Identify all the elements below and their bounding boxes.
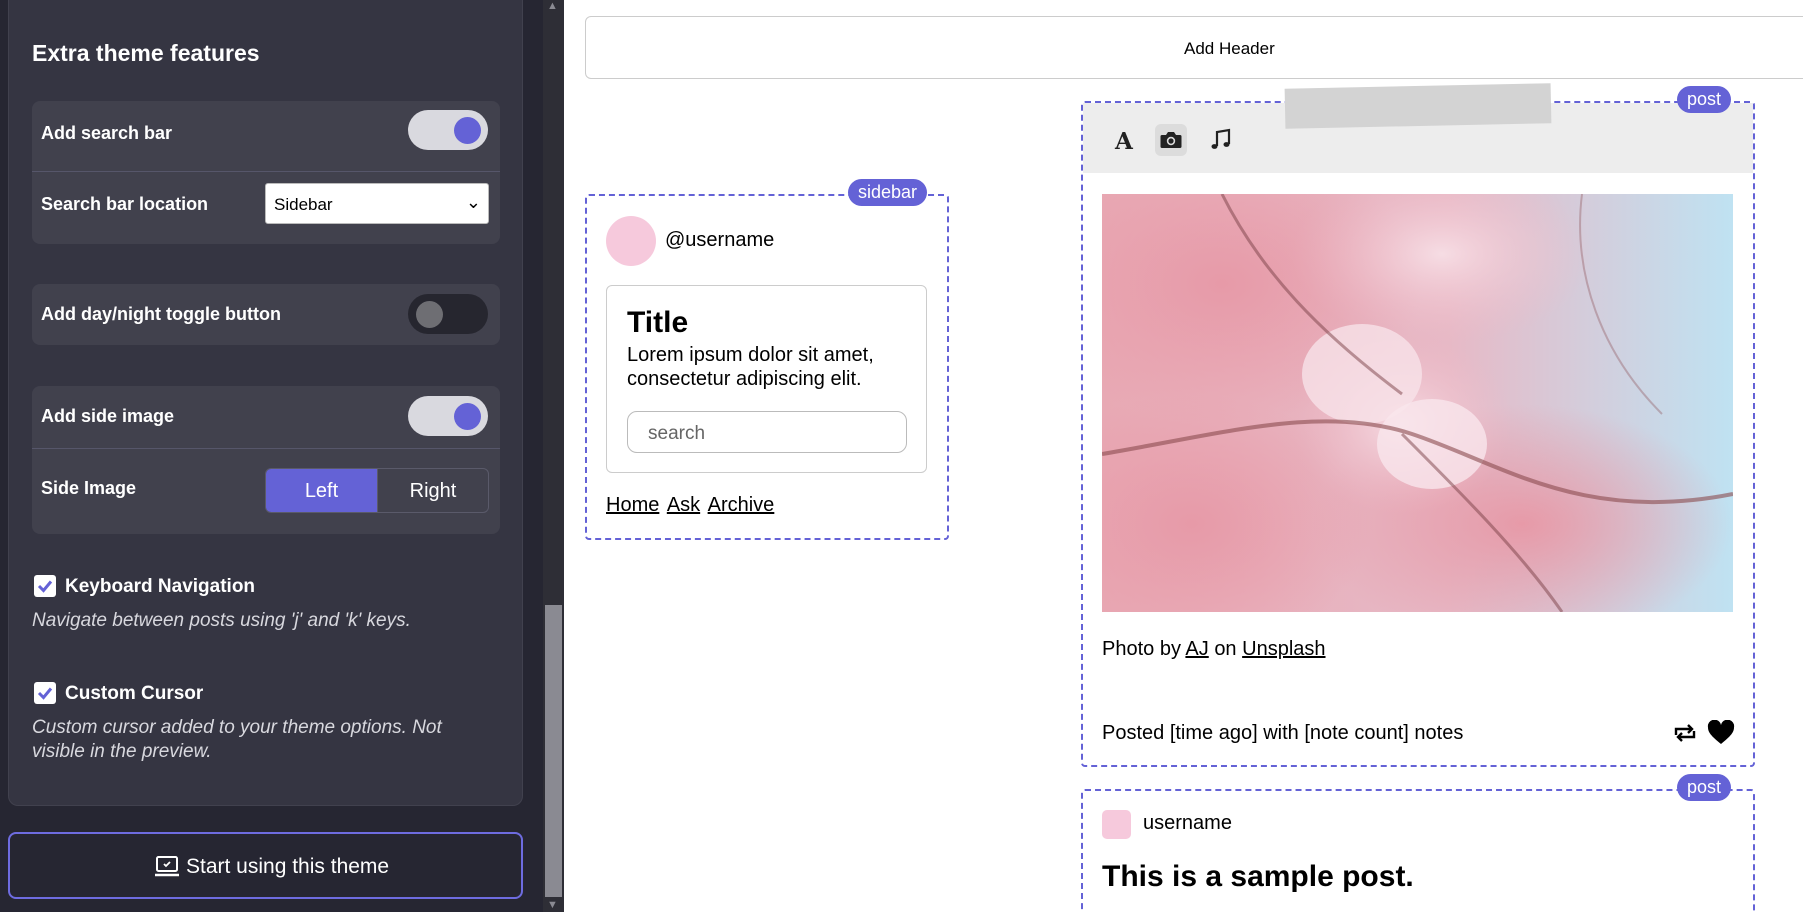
add-side-image-row: Add side image bbox=[32, 386, 500, 448]
cherry-blossom-photo bbox=[1102, 194, 1733, 612]
custom-cursor-label: Custom Cursor bbox=[65, 683, 204, 704]
keyboard-nav-checkbox[interactable] bbox=[34, 575, 56, 597]
add-header-button[interactable]: Add Header bbox=[585, 16, 1803, 79]
add-side-image-label: Add side image bbox=[41, 406, 175, 426]
day-night-label: Add day/night toggle button bbox=[41, 304, 281, 324]
music-note-icon[interactable] bbox=[1205, 124, 1237, 156]
laptop-icon bbox=[155, 856, 179, 877]
photo-credit: Photo by AJ on Unsplash bbox=[1102, 638, 1326, 661]
toggle-knob bbox=[416, 301, 443, 328]
sidebar-username: @username bbox=[665, 229, 775, 251]
sidebar-search-input[interactable]: search bbox=[627, 411, 907, 453]
toggle-knob bbox=[454, 117, 481, 144]
sidebar-nav-links: Home Ask Archive bbox=[606, 494, 777, 517]
sidebar-title: Title bbox=[627, 306, 689, 339]
nav-link-home[interactable]: Home bbox=[606, 494, 659, 516]
credit-source-link[interactable]: Unsplash bbox=[1242, 638, 1325, 660]
checkmark-icon bbox=[37, 580, 53, 593]
camera-icon[interactable] bbox=[1155, 124, 1187, 156]
avatar bbox=[1102, 810, 1131, 839]
checkmark-icon bbox=[37, 687, 53, 700]
settings-scrollbar[interactable]: ▲ ▼ bbox=[543, 0, 564, 912]
section-title: Extra theme features bbox=[32, 40, 260, 66]
nav-link-ask[interactable]: Ask bbox=[667, 494, 700, 516]
search-settings-group: Add search bar Search bar location Sideb… bbox=[32, 101, 500, 244]
chevron-down-icon: ⌄ bbox=[465, 192, 481, 212]
side-image-left-option[interactable]: Left bbox=[266, 469, 377, 512]
nav-link-archive[interactable]: Archive bbox=[708, 494, 775, 516]
side-image-label: Side Image bbox=[41, 478, 137, 498]
search-location-value: Sidebar bbox=[274, 195, 333, 214]
post-tag: post bbox=[1677, 774, 1732, 801]
heart-icon[interactable] bbox=[1707, 720, 1735, 746]
credit-author-link[interactable]: AJ bbox=[1185, 638, 1208, 660]
reblog-icon[interactable] bbox=[1671, 721, 1699, 745]
side-image-group: Add side image Side Image Left Right bbox=[32, 386, 500, 534]
custom-cursor-checkbox[interactable] bbox=[34, 682, 56, 704]
sidebar-tag: sidebar bbox=[848, 179, 928, 206]
add-search-bar-label: Add search bar bbox=[41, 123, 173, 143]
credit-mid: on bbox=[1214, 638, 1237, 660]
side-image-row: Side Image Left Right bbox=[32, 449, 500, 534]
add-side-image-toggle[interactable] bbox=[408, 396, 488, 436]
custom-cursor-description: Custom cursor added to your theme option… bbox=[32, 717, 442, 762]
start-using-theme-button[interactable]: Start using this theme bbox=[8, 832, 523, 899]
side-image-right-option[interactable]: Right bbox=[377, 469, 488, 512]
keyboard-nav-description: Navigate between posts using 'j' and 'k'… bbox=[32, 610, 411, 631]
scroll-thumb[interactable] bbox=[545, 605, 562, 897]
scroll-up-arrow-icon[interactable]: ▲ bbox=[547, 0, 558, 12]
add-search-bar-row: Add search bar bbox=[32, 101, 500, 171]
search-location-label: Search bar location bbox=[41, 194, 209, 214]
settings-panel: Extra theme features Add search bar Sear… bbox=[0, 0, 564, 912]
text-post-icon[interactable]: A bbox=[1107, 124, 1139, 156]
svg-text:A: A bbox=[1114, 128, 1134, 155]
sidebar-description: Lorem ipsum dolor sit amet, consectetur … bbox=[627, 344, 874, 390]
start-button-label: Start using this theme bbox=[186, 855, 390, 878]
post-meta: Posted [time ago] with [note count] note… bbox=[1102, 722, 1464, 744]
add-header-label: Add Header bbox=[1184, 39, 1275, 58]
day-night-toggle[interactable] bbox=[408, 294, 488, 334]
post-title: This is a sample post. bbox=[1102, 860, 1414, 893]
search-location-row: Search bar location Sidebar ⌄ bbox=[32, 172, 500, 244]
post-username: username bbox=[1143, 812, 1232, 834]
toggle-knob bbox=[454, 403, 481, 430]
keyboard-nav-label: Keyboard Navigation bbox=[65, 576, 256, 597]
post-tag: post bbox=[1677, 86, 1732, 113]
tape-decoration bbox=[1284, 83, 1552, 129]
avatar bbox=[606, 216, 656, 266]
add-search-bar-toggle[interactable] bbox=[408, 110, 488, 150]
search-location-select[interactable]: Sidebar ⌄ bbox=[265, 183, 489, 224]
scroll-down-arrow-icon[interactable]: ▼ bbox=[547, 899, 558, 911]
side-image-segmented-control: Left Right bbox=[265, 468, 489, 513]
day-night-group: Add day/night toggle button bbox=[32, 284, 500, 345]
credit-prefix: Photo by bbox=[1102, 638, 1181, 660]
